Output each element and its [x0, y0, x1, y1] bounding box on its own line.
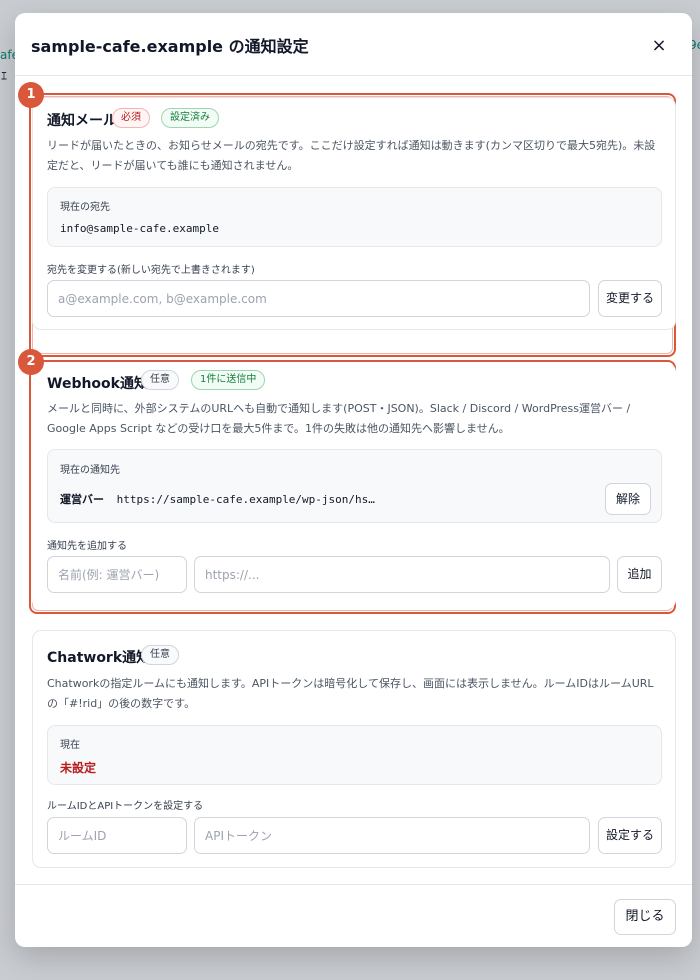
- close-icon[interactable]: ×: [648, 35, 670, 57]
- webhook-name-input[interactable]: [47, 556, 187, 593]
- remove-webhook-button[interactable]: 解除: [605, 483, 651, 515]
- chatwork-current-box: 現在 未設定: [47, 725, 662, 785]
- notification-settings-modal: sample-cafe.example の通知設定 × 1 通知メール 必須 設…: [15, 13, 692, 947]
- email-card-title: 通知メール: [47, 113, 117, 129]
- chatwork-current-value: 未設定: [60, 761, 97, 775]
- modal-title: sample-cafe.example の通知設定: [31, 37, 309, 56]
- webhook-description: メールと同時に、外部システムのURLへも自動で通知します(POST・JSON)。…: [47, 402, 631, 435]
- email-input[interactable]: [47, 280, 590, 317]
- email-change-label: 宛先を変更する(新しい宛先で上書きされます): [47, 265, 255, 276]
- modal-footer: 閉じる: [15, 884, 692, 947]
- email-notification-card: 通知メール 必須 設定済み リードが届いたときの、お知らせメールの宛先です。ここ…: [32, 97, 676, 330]
- chatwork-room-id-input[interactable]: [47, 817, 187, 854]
- chatwork-card-title: Chatwork通知: [47, 650, 151, 666]
- chatwork-current-label: 現在: [60, 740, 80, 751]
- add-webhook-button[interactable]: 追加: [617, 556, 662, 593]
- annotation-marker-1: 1: [18, 82, 44, 108]
- webhook-current-entry: 運営バー https://sample-cafe.example/wp-json…: [60, 491, 375, 507]
- change-email-button[interactable]: 変更する: [598, 280, 662, 317]
- email-current-box: 現在の宛先 info@sample-cafe.example: [47, 187, 662, 247]
- email-current-label: 現在の宛先: [60, 202, 110, 213]
- status-badge: 1件に送信中: [191, 370, 266, 390]
- optional-badge: 任意: [141, 645, 179, 665]
- set-chatwork-button[interactable]: 設定する: [598, 817, 662, 854]
- chatwork-api-token-input[interactable]: [194, 817, 590, 854]
- annotation-marker-2: 2: [18, 349, 44, 375]
- webhook-entry-name: 運営バー: [60, 493, 104, 506]
- background-text-fragment: ｴ: [1, 69, 8, 83]
- webhook-url-input[interactable]: [194, 556, 610, 593]
- chatwork-set-label: ルームIDとAPIトークンを設定する: [47, 801, 204, 812]
- modal-header: sample-cafe.example の通知設定 ×: [15, 13, 692, 76]
- webhook-add-label: 通知先を追加する: [47, 541, 127, 552]
- chatwork-notification-card: Chatwork通知 任意 Chatworkの指定ルームにも通知します。APIト…: [32, 630, 676, 868]
- required-badge: 必須: [112, 108, 150, 128]
- webhook-card-title: Webhook通知: [47, 376, 148, 392]
- close-button[interactable]: 閉じる: [614, 899, 676, 935]
- status-badge: 設定済み: [161, 108, 219, 128]
- chatwork-description: Chatworkの指定ルームにも通知します。APIトークンは暗号化して保存し、画…: [47, 677, 654, 710]
- webhook-current-box: 現在の通知先 運営バー https://sample-cafe.example/…: [47, 449, 662, 523]
- webhook-notification-card: Webhook通知 任意 1件に送信中 メールと同時に、外部システムのURLへも…: [32, 363, 676, 609]
- webhook-current-label: 現在の通知先: [60, 465, 120, 476]
- webhook-entry-url: https://sample-cafe.example/wp-json/hs…: [116, 493, 375, 506]
- optional-badge: 任意: [141, 370, 179, 390]
- email-description: リードが届いたときの、お知らせメールの宛先です。ここだけ設定すれば通知は動きます…: [47, 139, 656, 172]
- email-current-value: info@sample-cafe.example: [60, 222, 219, 235]
